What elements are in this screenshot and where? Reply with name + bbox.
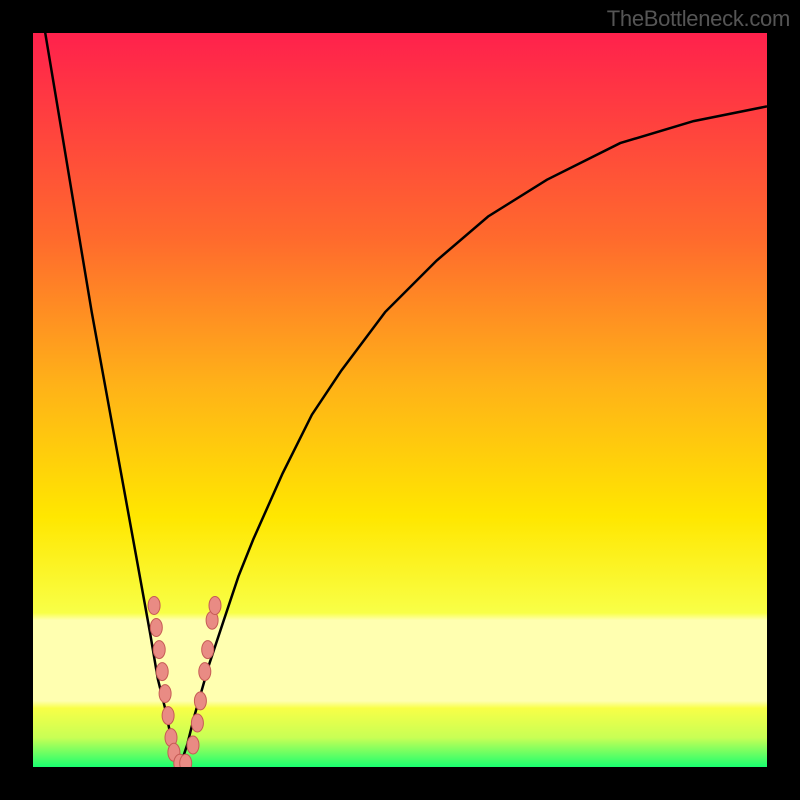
marker-point bbox=[162, 707, 174, 725]
gradient-background bbox=[33, 33, 767, 767]
marker-point bbox=[209, 597, 221, 615]
marker-point bbox=[180, 754, 192, 767]
marker-point bbox=[199, 663, 211, 681]
marker-point bbox=[187, 736, 199, 754]
marker-point bbox=[148, 597, 160, 615]
marker-point bbox=[159, 685, 171, 703]
marker-point bbox=[153, 641, 165, 659]
bottleneck-chart bbox=[33, 33, 767, 767]
marker-point bbox=[156, 663, 168, 681]
marker-point bbox=[202, 641, 214, 659]
watermark-text: TheBottleneck.com bbox=[607, 6, 790, 32]
marker-point bbox=[191, 714, 203, 732]
marker-point bbox=[150, 619, 162, 637]
marker-point bbox=[194, 692, 206, 710]
